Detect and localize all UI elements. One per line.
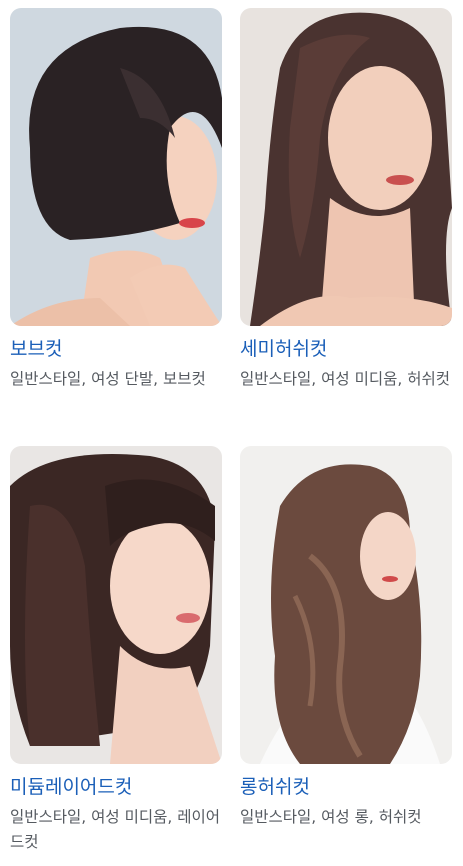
medium-layered-photo-illustration xyxy=(10,446,222,764)
hairstyle-photo-bob[interactable] xyxy=(10,8,222,326)
hairstyle-title[interactable]: 미듐레이어드컷 xyxy=(10,774,222,800)
hairstyle-card-long-hush[interactable]: 롱허쉬컷 일반스타일, 여성 롱, 허쉬컷 xyxy=(240,446,452,830)
hairstyle-photo-long-hush[interactable] xyxy=(240,446,452,764)
hairstyle-card-bob[interactable]: 보브컷 일반스타일, 여성 단발, 보브컷 xyxy=(10,8,222,392)
semi-hush-photo-illustration xyxy=(240,8,452,326)
hairstyle-photo-medium-layered[interactable] xyxy=(10,446,222,764)
hairstyle-tags: 일반스타일, 여성 단발, 보브컷 xyxy=(10,370,206,388)
long-hush-photo-illustration xyxy=(240,446,452,764)
hairstyle-card-medium-layered[interactable]: 미듐레이어드컷 일반스타일, 여성 미디움, 레이어드컷 xyxy=(10,446,222,855)
hairstyle-photo-semi-hush[interactable] xyxy=(240,8,452,326)
hairstyle-title[interactable]: 롱허쉬컷 xyxy=(240,774,452,800)
hairstyle-tags: 일반스타일, 여성 미디움, 레이어드컷 xyxy=(10,808,221,851)
hairstyle-card-semi-hush[interactable]: 세미허쉬컷 일반스타일, 여성 미디움, 허쉬컷 xyxy=(240,8,452,392)
hairstyle-title[interactable]: 보브컷 xyxy=(10,336,222,362)
hairstyle-tags: 일반스타일, 여성 롱, 허쉬컷 xyxy=(240,808,422,826)
hairstyle-title[interactable]: 세미허쉬컷 xyxy=(240,336,452,362)
bob-photo-illustration xyxy=(10,8,222,326)
hairstyle-tags: 일반스타일, 여성 미디움, 허쉬컷 xyxy=(240,370,451,388)
hairstyle-grid: 보브컷 일반스타일, 여성 단발, 보브컷 세미허쉬컷 일반스타일, 여성 미디… xyxy=(0,0,463,866)
